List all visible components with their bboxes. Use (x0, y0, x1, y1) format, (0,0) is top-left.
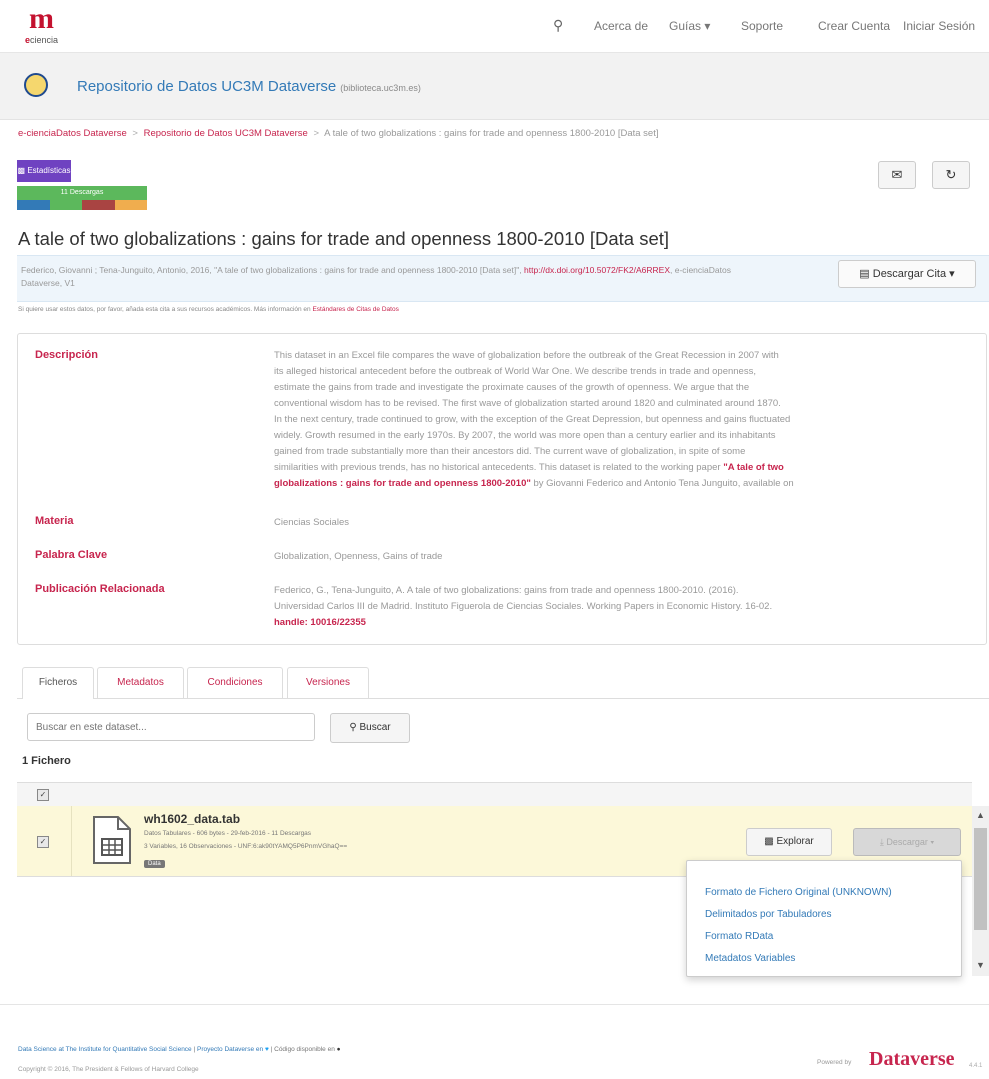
menu-item-variable-metadata[interactable]: Metadatos Variables (705, 953, 795, 964)
citation-note: Si quiere usar estos datos, por favor, a… (18, 306, 399, 313)
nav-guides[interactable]: Guías ▾ (669, 19, 710, 33)
dataverse-project-link[interactable]: Proyecto Dataverse en (197, 1046, 263, 1053)
keyword-label: Palabra Clave (35, 549, 108, 561)
dataset-tabs: Ficheros Metadatos Condiciones Versiones (17, 667, 989, 699)
search-button[interactable]: ⚲ Buscar (330, 713, 410, 743)
breadcrumb: e-cienciaDatos Dataverse > Repositorio d… (18, 128, 659, 139)
breadcrumb-current: A tale of two globalizations : gains for… (324, 128, 659, 139)
menu-item-original-format[interactable]: Formato de Fichero Original (UNKNOWN) (705, 887, 892, 898)
scrollbar-thumb[interactable] (974, 828, 987, 930)
citation-doi-link[interactable]: http://dx.doi.org/10.5072/FK2/A6RREX (524, 265, 670, 275)
file-tag: Data (144, 860, 165, 868)
citation-standards-link[interactable]: Estándares de Citas de Datos (312, 306, 398, 313)
nav-support[interactable]: Soporte (741, 19, 783, 33)
share-icon: ↻ (945, 167, 957, 182)
description-text: This dataset in an Excel file compares t… (274, 350, 794, 489)
citation-icon: ▤ (859, 268, 870, 280)
downloads-metric: 11 Descargas (17, 186, 147, 210)
chevron-down-icon: ▾ (930, 837, 935, 847)
file-name-link[interactable]: wh1602_data.tab (144, 812, 240, 826)
chart-icon: ▩ (764, 836, 774, 847)
description-label: Descripción (35, 349, 98, 361)
top-navbar: m eciencia ⚲ Acerca de Guías ▾ Soporte C… (0, 0, 989, 53)
file-checkbox[interactable]: ✓ (37, 836, 49, 848)
footer-divider (0, 1004, 989, 1005)
explore-button[interactable]: ▩ Explorar (746, 828, 832, 856)
copyright: Copyright © 2016, The President & Fellow… (18, 1066, 199, 1073)
working-paper-link[interactable]: "A tale of two (723, 462, 784, 473)
scroll-down-icon[interactable]: ▼ (972, 958, 989, 972)
chevron-down-icon: ▾ (949, 268, 955, 280)
dataverse-logo-icon (24, 73, 48, 97)
e-ciencia-logo[interactable]: m eciencia (25, 2, 85, 48)
email-button[interactable]: ✉ (878, 161, 916, 189)
nav-sign-up[interactable]: Crear Cuenta (818, 19, 890, 33)
dataverse-header: Repositorio de Datos UC3M Dataverse (bibl… (0, 53, 989, 120)
breadcrumb-root[interactable]: e-cienciaDatos Dataverse (18, 128, 127, 139)
subject-label: Materia (35, 515, 74, 527)
statistics-button[interactable]: ▩ Estadísticas (17, 160, 71, 182)
download-dropdown-menu: Formato de Fichero Original (UNKNOWN) De… (686, 860, 962, 977)
download-button[interactable]: ⤓ Descargar ▾ (853, 828, 961, 856)
nav-about[interactable]: Acerca de (594, 19, 648, 33)
envelope-icon: ✉ (891, 167, 903, 182)
menu-item-rdata[interactable]: Formato RData (705, 931, 773, 942)
tab-metadata[interactable]: Metadatos (97, 667, 184, 698)
tab-files[interactable]: Ficheros (22, 667, 94, 699)
keyword-value: Globalization, Openness, Gains of trade (274, 551, 443, 562)
search-icon[interactable]: ⚲ (553, 17, 563, 34)
iqss-link[interactable]: Data Science at The Institute for Quanti… (18, 1046, 192, 1053)
file-count: 1 Fichero (22, 755, 71, 767)
table-scrollbar[interactable]: ▲ ▼ (972, 806, 989, 976)
github-icon[interactable]: ● (337, 1046, 341, 1053)
tabular-file-icon (93, 816, 131, 864)
files-table-header: ✓ (17, 782, 972, 808)
chevron-down-icon: ▾ (704, 19, 711, 33)
footer-links: Data Science at The Institute for Quanti… (18, 1046, 341, 1053)
scroll-up-icon[interactable]: ▲ (972, 808, 989, 822)
dataverse-title[interactable]: Repositorio de Datos UC3M Dataverse (bibl… (77, 78, 421, 95)
twitter-icon[interactable]: ♥ (265, 1046, 269, 1053)
tab-versions[interactable]: Versiones (287, 667, 369, 698)
handle-link[interactable]: handle: 10016/22355 (274, 615, 974, 631)
related-publication-value: Federico, G., Tena-Junguito, A. A tale o… (274, 583, 974, 631)
working-paper-link-continued[interactable]: globalizations : gains for trade and ope… (274, 478, 531, 489)
download-citation-button[interactable]: ▤ Descargar Cita ▾ (838, 260, 976, 288)
share-button[interactable]: ↻ (932, 161, 970, 189)
download-icon: ⤓ (879, 837, 884, 847)
version-text: 4.4.1 (969, 1063, 983, 1069)
file-metadata: Datos Tabulares - 606 bytes - 29-feb-201… (144, 830, 312, 837)
citation-text: Federico, Giovanni ; Tena-Junguito, Anto… (21, 265, 731, 288)
file-unf: 3 Variables, 16 Observaciones - UNF:6:ak… (144, 843, 348, 850)
nav-log-in[interactable]: Iniciar Sesión (903, 19, 975, 33)
powered-by-text: Powered by (817, 1059, 852, 1066)
tab-terms[interactable]: Condiciones (187, 667, 283, 698)
menu-item-tab-delimited[interactable]: Delimitados por Tabuladores (705, 909, 832, 920)
metadata-summary: Descripción This dataset in an Excel fil… (17, 333, 987, 645)
dataverse-logo[interactable]: Dataverse (869, 1048, 955, 1071)
search-icon: ⚲ (349, 722, 357, 733)
select-all-checkbox[interactable]: ✓ (37, 789, 49, 801)
chart-icon: ▩ (17, 166, 26, 175)
dataverse-subtitle: (biblioteca.uc3m.es) (340, 83, 421, 93)
dataset-search-input[interactable] (27, 713, 315, 741)
related-publication-label: Publicación Relacionada (35, 583, 165, 595)
subject-value: Ciencias Sociales (274, 517, 349, 528)
breadcrumb-repo[interactable]: Repositorio de Datos UC3M Dataverse (144, 128, 308, 139)
dataset-title: A tale of two globalizations : gains for… (18, 228, 670, 249)
